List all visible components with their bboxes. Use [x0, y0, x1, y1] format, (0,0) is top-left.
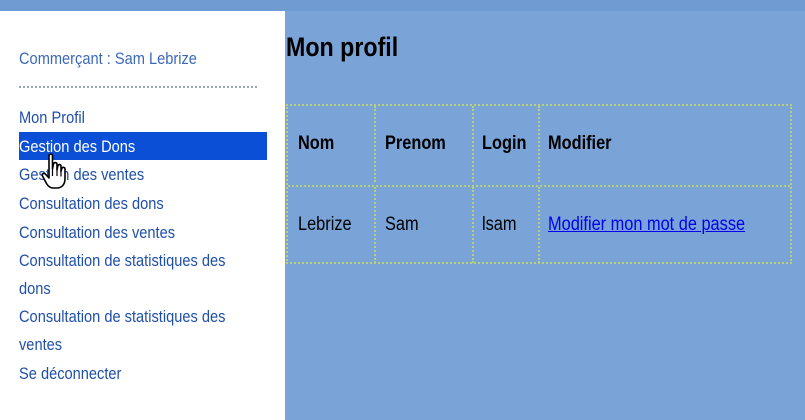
table-cell: lsam: [472, 187, 536, 263]
sidebar-item-label: Gestion des Dons: [19, 137, 136, 156]
sidebar-item-statistiques-ventes[interactable]: Consultation de statistiques des ventes: [19, 303, 267, 359]
cell-login: lsam: [482, 214, 517, 235]
table-cell: Sam: [374, 187, 470, 263]
table-row: Lebrize Sam lsam Modifier mon mot de pas…: [288, 185, 790, 263]
top-bar: [0, 0, 805, 11]
table-header-cell: Prenom: [374, 106, 470, 182]
cell-nom: Lebrize: [298, 214, 352, 235]
sidebar-item-label: Consultation des dons: [19, 194, 164, 213]
table-header-cell: Nom: [288, 106, 372, 182]
sidebar-divider: [19, 86, 257, 88]
sidebar-item-label: Mon Profil: [19, 108, 85, 127]
sidebar-item-consultation-des-ventes[interactable]: Consultation des ventes: [19, 218, 267, 247]
sidebar-item-label: Consultation de statistiques des ventes: [19, 307, 226, 354]
sidebar-item-label: Consultation des ventes: [19, 223, 176, 242]
sidebar-item-statistiques-dons[interactable]: Consultation de statistiques des dons: [19, 247, 267, 303]
header-nom: Nom: [298, 133, 335, 154]
merchant-label: Commerçant : Sam Lebrize: [19, 49, 197, 68]
change-password-link[interactable]: Modifier mon mot de passe: [548, 187, 745, 263]
table-cell: Modifier mon mot de passe: [538, 187, 790, 263]
sidebar-item-se-deconnecter[interactable]: Se déconnecter: [19, 359, 267, 388]
sidebar: Commerçant : Sam Lebrize Mon Profil Gest…: [0, 11, 285, 420]
header-prenom: Prenom: [385, 133, 446, 154]
table-cell: Lebrize: [288, 187, 372, 263]
sidebar-item-consultation-des-dons[interactable]: Consultation des dons: [19, 189, 267, 218]
hand-pointer-icon: [41, 153, 66, 189]
profile-table: Nom Prenom Login Modifier Lebrize Sam ls…: [286, 104, 792, 264]
sidebar-item-label: Consultation de statistiques des dons: [19, 251, 226, 298]
header-login: Login: [482, 133, 527, 154]
sidebar-item-label: Se déconnecter: [19, 364, 122, 383]
sidebar-item-label: Gestion des ventes: [19, 165, 145, 184]
header-modifier: Modifier: [548, 133, 612, 154]
page-title: Mon profil: [286, 32, 399, 62]
table-header-cell: Modifier: [538, 106, 790, 182]
table-header-cell: Login: [472, 106, 536, 182]
sidebar-item-mon-profil[interactable]: Mon Profil: [19, 103, 267, 132]
sidebar-menu: Mon Profil Gestion des Dons Gestion des …: [19, 103, 267, 388]
table-header-row: Nom Prenom Login Modifier: [288, 106, 790, 182]
cell-prenom: Sam: [385, 214, 419, 235]
